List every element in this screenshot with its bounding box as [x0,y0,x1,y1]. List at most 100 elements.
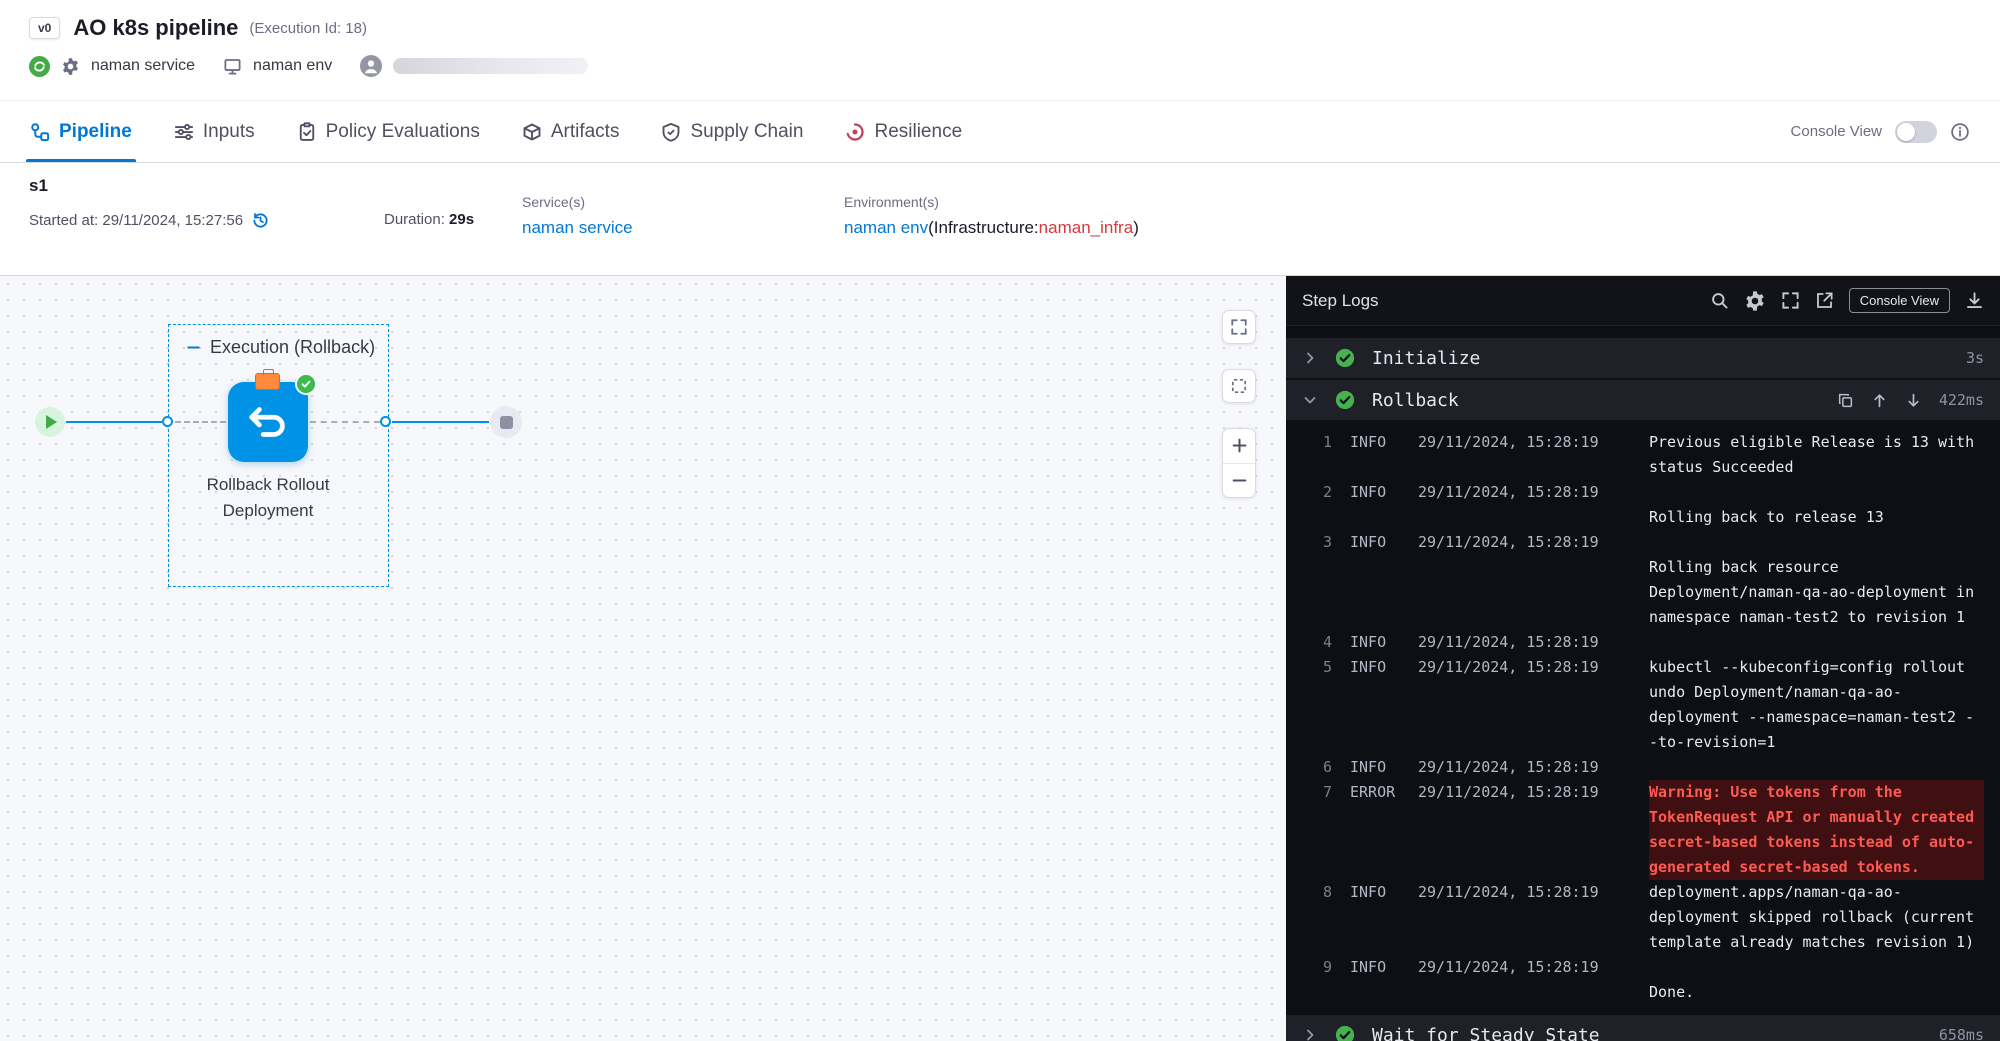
log-level: INFO [1350,955,1408,1005]
log-message: Rolling back resourceDeployment/naman-qa… [1649,530,1984,630]
info-icon[interactable] [1950,122,1970,142]
log-level: INFO [1350,630,1408,655]
zoom-out-button[interactable] [1223,464,1255,498]
chevron-right-icon[interactable] [1302,1027,1318,1041]
open-in-new-tab-icon[interactable] [1815,291,1834,310]
tab-resilience[interactable]: Resilience [845,101,962,162]
user-avatar [360,55,382,77]
environment-link[interactable]: naman env [844,218,928,237]
log-meta: 3INFO29/11/2024, 15:28:19 [1306,530,1649,630]
log-line-number: 6 [1306,755,1332,780]
pipeline-canvas[interactable]: Execution (Rollback) [0,276,1286,1041]
infrastructure-link[interactable]: naman_infra [1039,218,1134,237]
inputs-icon [174,122,194,142]
duration-label: Duration: [384,211,445,228]
link-port-left[interactable] [162,416,173,427]
scroll-down-icon[interactable] [1905,392,1922,409]
log-message-line: secret-based tokens instead of auto- [1649,833,1974,851]
log-level: INFO [1350,880,1408,955]
log-line-number: 4 [1306,630,1332,655]
pipeline-start-node[interactable] [35,407,65,437]
log-timestamp: 29/11/2024, 15:28:19 [1418,480,1599,530]
stop-icon [500,416,513,429]
step-success-icon [1335,348,1355,368]
log-line-number: 2 [1306,480,1332,530]
tab-artifacts[interactable]: Artifacts [522,101,620,162]
stage-name: s1 [29,176,48,196]
log-message-line: undo Deployment/naman-qa-ao- [1649,683,1902,701]
log-line-number: 8 [1306,880,1332,955]
environment-value: naman env(Infrastructure:naman_infra) [844,218,1139,238]
started-at-text: Started at: 29/11/2024, 15:27:56 [29,212,243,229]
log-message [1649,755,1984,780]
log-entry: 8INFO29/11/2024, 15:28:19deployment.apps… [1306,880,1984,955]
fit-to-screen-button[interactable] [1222,310,1256,344]
log-fullscreen-icon[interactable] [1781,291,1800,310]
tab-label: Resilience [874,121,962,143]
step-node-rollback[interactable] [228,382,308,462]
log-level: INFO [1350,655,1408,755]
pipeline-icon [30,122,50,142]
log-message-line: TokenRequest API or manually created [1649,808,1974,826]
log-message-line: -to-revision=1 [1649,733,1775,751]
log-message: Done. [1649,955,1984,1005]
play-icon [46,415,57,429]
step-label: Rollback Rollout Deployment [188,472,348,524]
log-settings-icon[interactable] [1744,290,1766,312]
console-view-toggle[interactable] [1895,121,1937,143]
log-level: INFO [1350,480,1408,530]
link-port-right[interactable] [380,416,391,427]
gear-icon[interactable] [61,57,80,76]
log-meta: 2 INFO29/11/2024, 15:28:19 [1306,480,1649,530]
app-root: v0 AO k8s pipeline (Execution Id: 18) na… [0,0,2000,1041]
scroll-up-icon[interactable] [1871,392,1888,409]
pipeline-end-node[interactable] [490,406,522,438]
chevron-right-icon[interactable] [1302,350,1318,366]
log-message: Previous eligible Release is 13 withstat… [1649,430,1984,480]
log-lines[interactable]: 1INFO29/11/2024, 15:28:19Previous eligib… [1286,420,2000,1013]
group-label: Execution (Rollback) [186,337,375,358]
log-message: Warning: Use tokens from theTokenRequest… [1649,780,1984,880]
select-area-button[interactable] [1222,369,1256,403]
header-service-name[interactable]: naman service [91,57,195,75]
toggle-knob [1897,123,1915,141]
log-message-line: template already matches revision 1) [1649,933,1974,951]
log-timestamp: 29/11/2024, 15:28:19 [1418,880,1599,955]
tab-pipeline[interactable]: Pipeline [30,101,132,162]
console-view-button[interactable]: Console View [1849,288,1950,313]
section-duration: 422ms [1939,391,1984,409]
log-message-line: namespace naman-test2 to revision 1 [1649,608,1965,626]
log-message-line: status Succeeded [1649,458,1794,476]
policy-evaluations-icon [297,122,317,142]
log-section-initialize[interactable]: Initialize 3s [1286,338,2000,378]
log-timestamp: 29/11/2024, 15:28:19 [1418,955,1599,1005]
header-environment-name[interactable]: naman env [253,57,332,75]
collapse-minus-icon[interactable] [186,340,201,355]
log-section-rollback[interactable]: Rollback 422ms [1286,380,2000,420]
log-section-wait-for-steady-state[interactable]: Wait for Steady State 658ms [1286,1015,2000,1041]
log-message: Rolling back to release 13 [1649,480,1984,530]
log-search-icon[interactable] [1710,291,1729,310]
infrastructure-suffix: ) [1133,218,1139,237]
section-actions: 422ms [1837,391,1984,409]
log-entry: 2 INFO29/11/2024, 15:28:19 Rolling back to… [1306,480,1984,530]
version-badge[interactable]: v0 [29,17,60,39]
tab-supply-chain[interactable]: Supply Chain [661,101,803,162]
service-badge-icon [255,373,280,390]
service-link[interactable]: naman service [522,218,633,238]
tab-policy-evaluations[interactable]: Policy Evaluations [297,101,480,162]
history-icon[interactable] [251,211,270,230]
log-panel-title: Step Logs [1302,291,1379,311]
zoom-in-button[interactable] [1223,429,1255,464]
log-meta: 7ERROR29/11/2024, 15:28:19 [1306,780,1649,880]
tab-label: Policy Evaluations [326,121,480,143]
log-entry: 1INFO29/11/2024, 15:28:19Previous eligib… [1306,430,1984,480]
log-meta: 6INFO29/11/2024, 15:28:19 [1306,755,1649,780]
copy-icon[interactable] [1837,392,1854,409]
download-logs-icon[interactable] [1965,291,1984,310]
chevron-down-icon[interactable] [1302,392,1318,408]
tab-inputs[interactable]: Inputs [174,101,255,162]
section-title: Rollback [1372,390,1459,411]
edge-start [66,421,162,423]
log-level: ERROR [1350,780,1408,880]
